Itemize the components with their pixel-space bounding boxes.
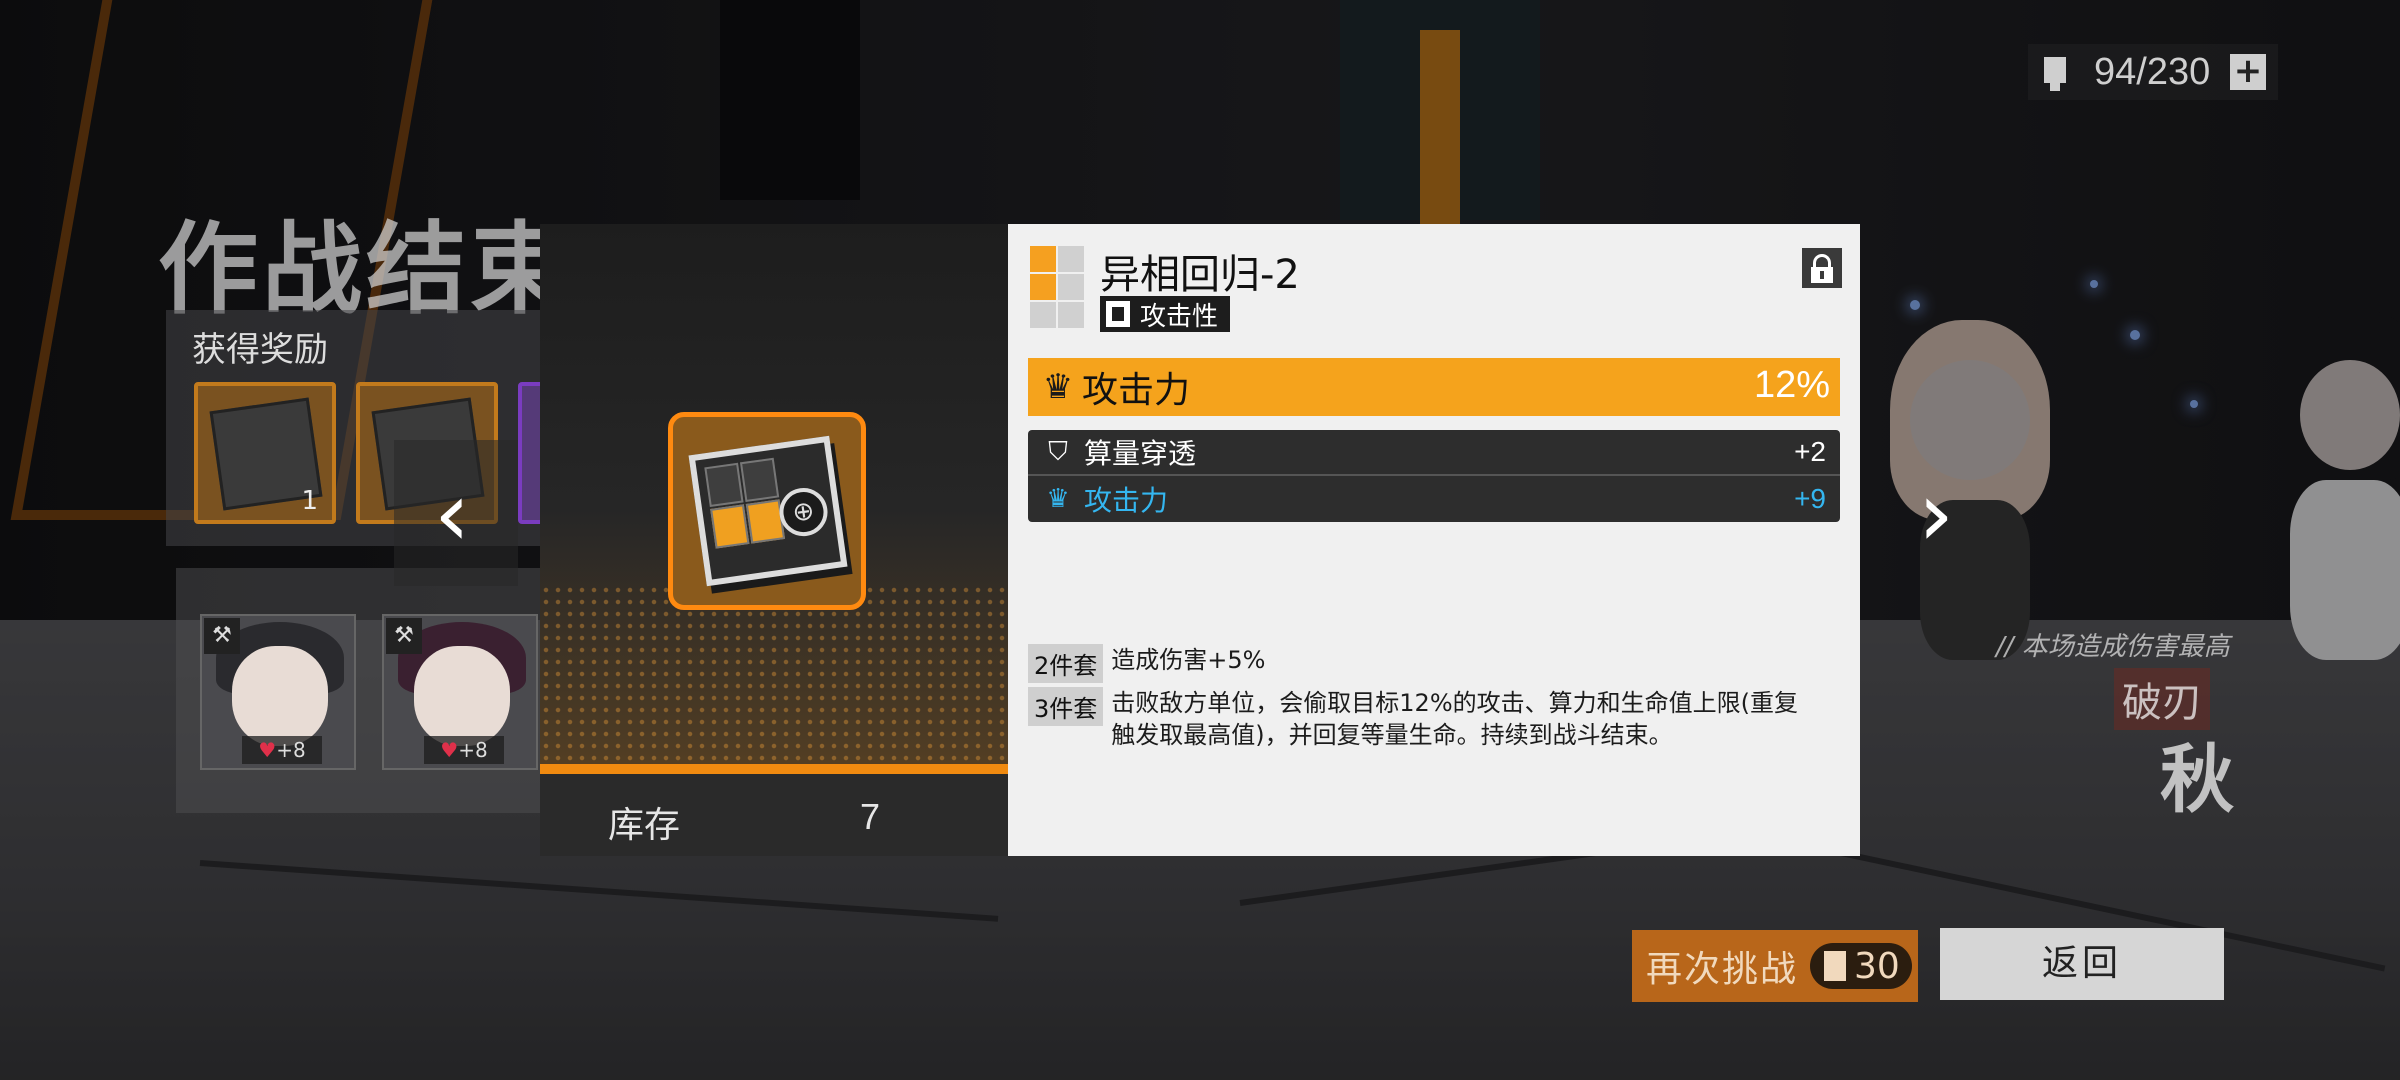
lock-button[interactable] xyxy=(1802,248,1842,288)
set-description: 造成伤害+5% xyxy=(1111,646,1266,674)
item-name: 异相回归-2 xyxy=(1100,252,1300,298)
affection-badge: ♥+8 xyxy=(242,736,322,764)
sub-stat-value: +9 xyxy=(1794,483,1826,514)
weapon-type-icon: ⚒ xyxy=(204,618,240,654)
item-detail-panel: 异相回归-2 攻击性 ♛ 攻击力 12% ⛉ 算量穿透 +2 ♛ 攻击力 +9 … xyxy=(1008,224,1860,856)
set-effect-row: 2件套 造成伤害+5% xyxy=(1028,644,1840,683)
team-portrait-2[interactable]: ⚒ ♥+8 xyxy=(382,614,538,770)
flag-icon xyxy=(1106,301,1130,327)
chip-item-icon: ⊕ xyxy=(668,412,866,610)
main-stat-name: 攻击力 xyxy=(1082,370,1191,411)
stamina-value: 94/230 xyxy=(2094,50,2211,93)
heart-icon: ♥ xyxy=(440,738,459,762)
mvp-name: 秋 xyxy=(2160,737,2234,823)
mvp-caption: // 本场造成伤害最高 xyxy=(1996,632,2230,662)
retry-label: 再次挑战 xyxy=(1646,949,1799,990)
retry-button[interactable]: 再次挑战 30 xyxy=(1632,930,1918,1002)
sub-stats-panel: ⛉ 算量穿透 +2 ♛ 攻击力 +9 xyxy=(1028,430,1840,522)
set-effect-row: 3件套 击败敌方单位，会偷取目标12%的攻击、算力和生命值上限(重复触发取最高值… xyxy=(1028,687,1840,751)
portrait-face xyxy=(414,646,510,746)
team-portrait-1[interactable]: ⚒ ♥+8 xyxy=(200,614,356,770)
stock-label: 库存 xyxy=(608,805,681,846)
portrait-face xyxy=(232,646,328,746)
rarity-bar xyxy=(540,764,1008,774)
reward-count: 1 xyxy=(301,486,318,516)
attack-icon: ♛ xyxy=(1042,367,1074,407)
next-item-button[interactable]: › xyxy=(1918,470,1954,560)
stock-value: 7 xyxy=(860,796,881,837)
main-stat-bar: ♛ 攻击力 12% xyxy=(1028,358,1840,416)
main-stat-value: 12% xyxy=(1753,364,1830,406)
sub-stat-value: +2 xyxy=(1794,436,1826,467)
prev-item-button[interactable]: ‹ xyxy=(434,470,470,560)
battery-icon xyxy=(1824,951,1847,981)
affection-value: +8 xyxy=(458,738,488,762)
return-button[interactable]: 返回 xyxy=(1940,928,2224,1000)
sub-stat-row: ⛉ 算量穿透 +2 xyxy=(1028,430,1840,476)
retry-cost: 30 xyxy=(1810,943,1913,989)
sub-stat-name: 算量穿透 xyxy=(1084,437,1197,470)
item-type-tag: 攻击性 xyxy=(1100,296,1231,332)
attack-icon: ♛ xyxy=(1046,484,1070,514)
set-tag: 3件套 xyxy=(1028,687,1104,726)
affection-value: +8 xyxy=(276,738,306,762)
set-description: 击败敌方单位，会偷取目标12%的攻击、算力和生命值上限(重复触发取最高值)，并回… xyxy=(1111,689,1798,749)
heart-icon: ♥ xyxy=(258,738,277,762)
affection-badge: ♥+8 xyxy=(424,736,504,764)
rewards-label: 获得奖励 xyxy=(192,330,328,370)
retry-cost-value: 30 xyxy=(1854,945,1900,987)
weapon-type-icon: ⚒ xyxy=(386,618,422,654)
set-tag: 2件套 xyxy=(1028,644,1104,683)
add-stamina-button[interactable]: + xyxy=(2230,54,2266,90)
rarity-indicator xyxy=(1030,246,1086,330)
sub-stat-row: ♛ 攻击力 +9 xyxy=(1028,476,1840,522)
item-preview-panel: ⊕ 库存 7 xyxy=(540,224,1008,856)
lock-icon-keyhole xyxy=(1820,271,1824,279)
chip-badge-icon: ⊕ xyxy=(776,484,831,540)
stamina-counter: 94/230 + xyxy=(2028,44,2278,100)
penetration-icon: ⛉ xyxy=(1048,437,1068,467)
set-effects: 2件套 造成伤害+5% 3件套 击败敌方单位，会偷取目标12%的攻击、算力和生命… xyxy=(1028,644,1840,755)
reward-slot-1[interactable]: 1 xyxy=(194,382,336,524)
chip-icon: ⊕ xyxy=(688,435,848,587)
battery-icon xyxy=(2038,55,2072,91)
sub-stat-name: 攻击力 xyxy=(1084,484,1169,517)
item-type-label: 攻击性 xyxy=(1140,301,1219,332)
